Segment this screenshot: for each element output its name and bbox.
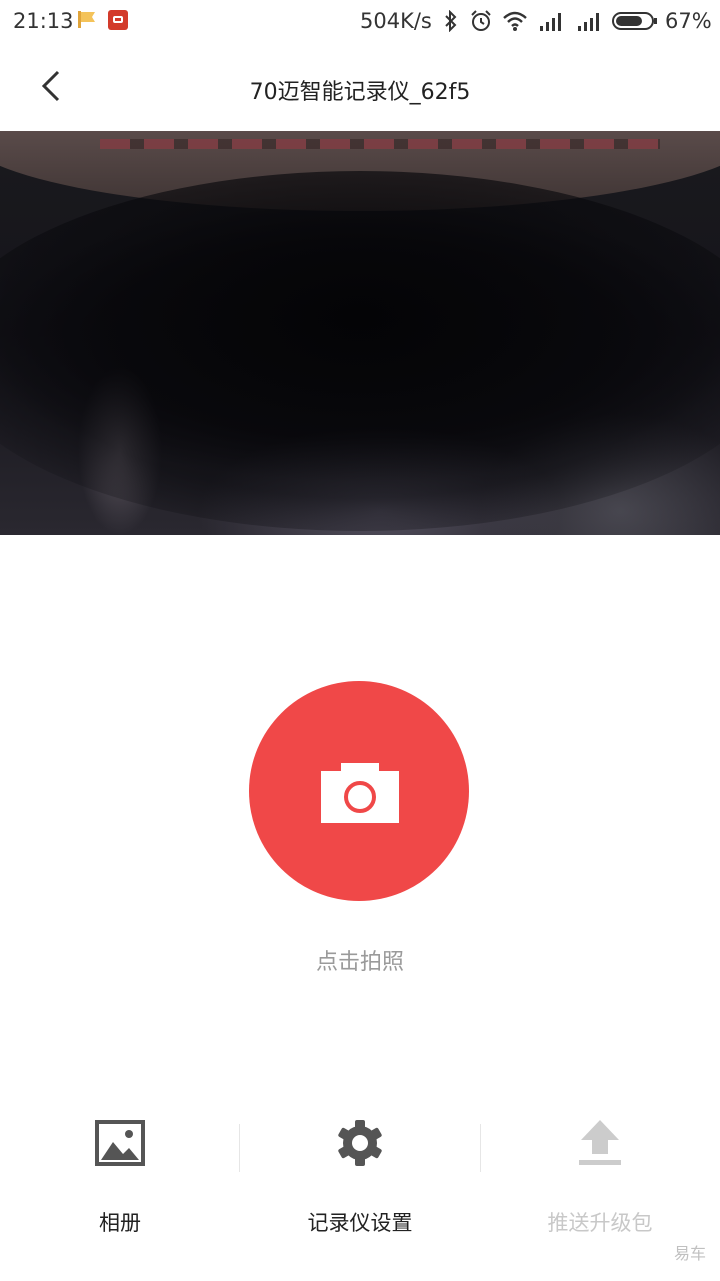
signal-icon [540,13,561,31]
signal-icon [578,13,599,31]
upload-icon [579,1120,621,1165]
page-title: 70迈智能记录仪_62f5 [249,80,471,105]
album-label: 相册 [99,1211,141,1235]
preview-shadow [0,171,720,531]
app-notification-icon [108,10,128,30]
recorder-settings-label: 记录仪设置 [307,1211,413,1235]
push-upgrade-button[interactable]: 推送升级包 [480,1100,720,1250]
take-photo-label: 点击拍照 [315,950,404,975]
battery-percent: 67% [665,9,712,33]
live-preview[interactable] [0,131,720,535]
preview-scene-detail [100,139,660,149]
push-upgrade-label: 推送升级包 [547,1211,653,1235]
battery-icon [612,12,657,30]
bottom-action-bar: 相册 记录仪设置 推送升级包 [0,1100,720,1260]
status-time: 21:13 [13,9,74,33]
network-speed: 504K/s [360,9,432,33]
recorder-settings-button[interactable]: 记录仪设置 [240,1100,480,1250]
flag-icon [78,11,95,28]
alarm-icon [471,10,491,31]
status-bar: 21:13 504K/s 67% [0,0,720,44]
watermark: 易车 [673,1244,706,1263]
album-button[interactable]: 相册 [0,1100,240,1250]
header: 70迈智能记录仪_62f5 [0,44,720,132]
gear-icon [338,1120,382,1166]
take-photo-button[interactable] [249,681,469,901]
bluetooth-icon [445,10,457,32]
camera-icon [321,763,399,823]
wifi-icon [503,11,527,31]
image-icon [95,1120,145,1166]
